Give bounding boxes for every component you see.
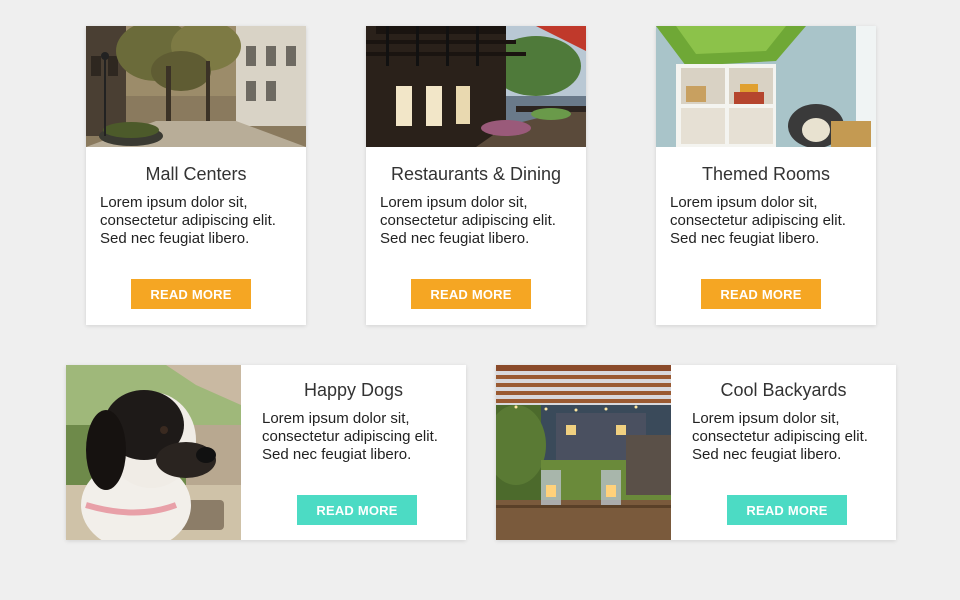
card-description: Lorem ipsum dolor sit, consectetur adipi… bbox=[100, 194, 276, 247]
read-more-button[interactable]: READ MORE bbox=[411, 279, 531, 309]
card-description: Lorem ipsum dolor sit, consectetur adipi… bbox=[380, 194, 556, 247]
card-title: Happy Dogs bbox=[303, 380, 404, 400]
card-content: Cool Backyards Lorem ipsum dolor sit, co… bbox=[671, 365, 896, 540]
card-description: Lorem ipsum dolor sit, consectetur adipi… bbox=[670, 194, 846, 247]
read-more-button[interactable]: READ MORE bbox=[131, 279, 251, 309]
card-content: Happy Dogs Lorem ipsum dolor sit, consec… bbox=[241, 365, 466, 540]
read-more-button[interactable]: READ MORE bbox=[297, 495, 417, 525]
card-themed-rooms: Themed Rooms Lorem ipsum dolor sit, cons… bbox=[656, 26, 876, 325]
card-title: Themed Rooms bbox=[701, 164, 831, 184]
dog-in-car-photo bbox=[66, 365, 241, 540]
read-more-button[interactable]: READ MORE bbox=[727, 495, 847, 525]
card-restaurants-dining: Restaurants & Dining Lorem ipsum dolor s… bbox=[366, 26, 586, 325]
card-description: Lorem ipsum dolor sit, consectetur adipi… bbox=[262, 410, 438, 463]
card-cool-backyards: Cool Backyards Lorem ipsum dolor sit, co… bbox=[496, 365, 896, 540]
read-more-button[interactable]: READ MORE bbox=[701, 279, 821, 309]
mall-street-photo bbox=[86, 26, 306, 147]
backyard-pergola-photo bbox=[496, 365, 671, 540]
kids-room-photo bbox=[656, 26, 876, 147]
card-title: Restaurants & Dining bbox=[390, 164, 562, 184]
restaurant-patio-photo bbox=[366, 26, 586, 147]
card-happy-dogs: Happy Dogs Lorem ipsum dolor sit, consec… bbox=[66, 365, 466, 540]
card-mall-centers: Mall Centers Lorem ipsum dolor sit, cons… bbox=[86, 26, 306, 325]
card-description: Lorem ipsum dolor sit, consectetur adipi… bbox=[692, 410, 868, 463]
card-title: Mall Centers bbox=[145, 164, 247, 184]
card-title: Cool Backyards bbox=[720, 380, 847, 400]
